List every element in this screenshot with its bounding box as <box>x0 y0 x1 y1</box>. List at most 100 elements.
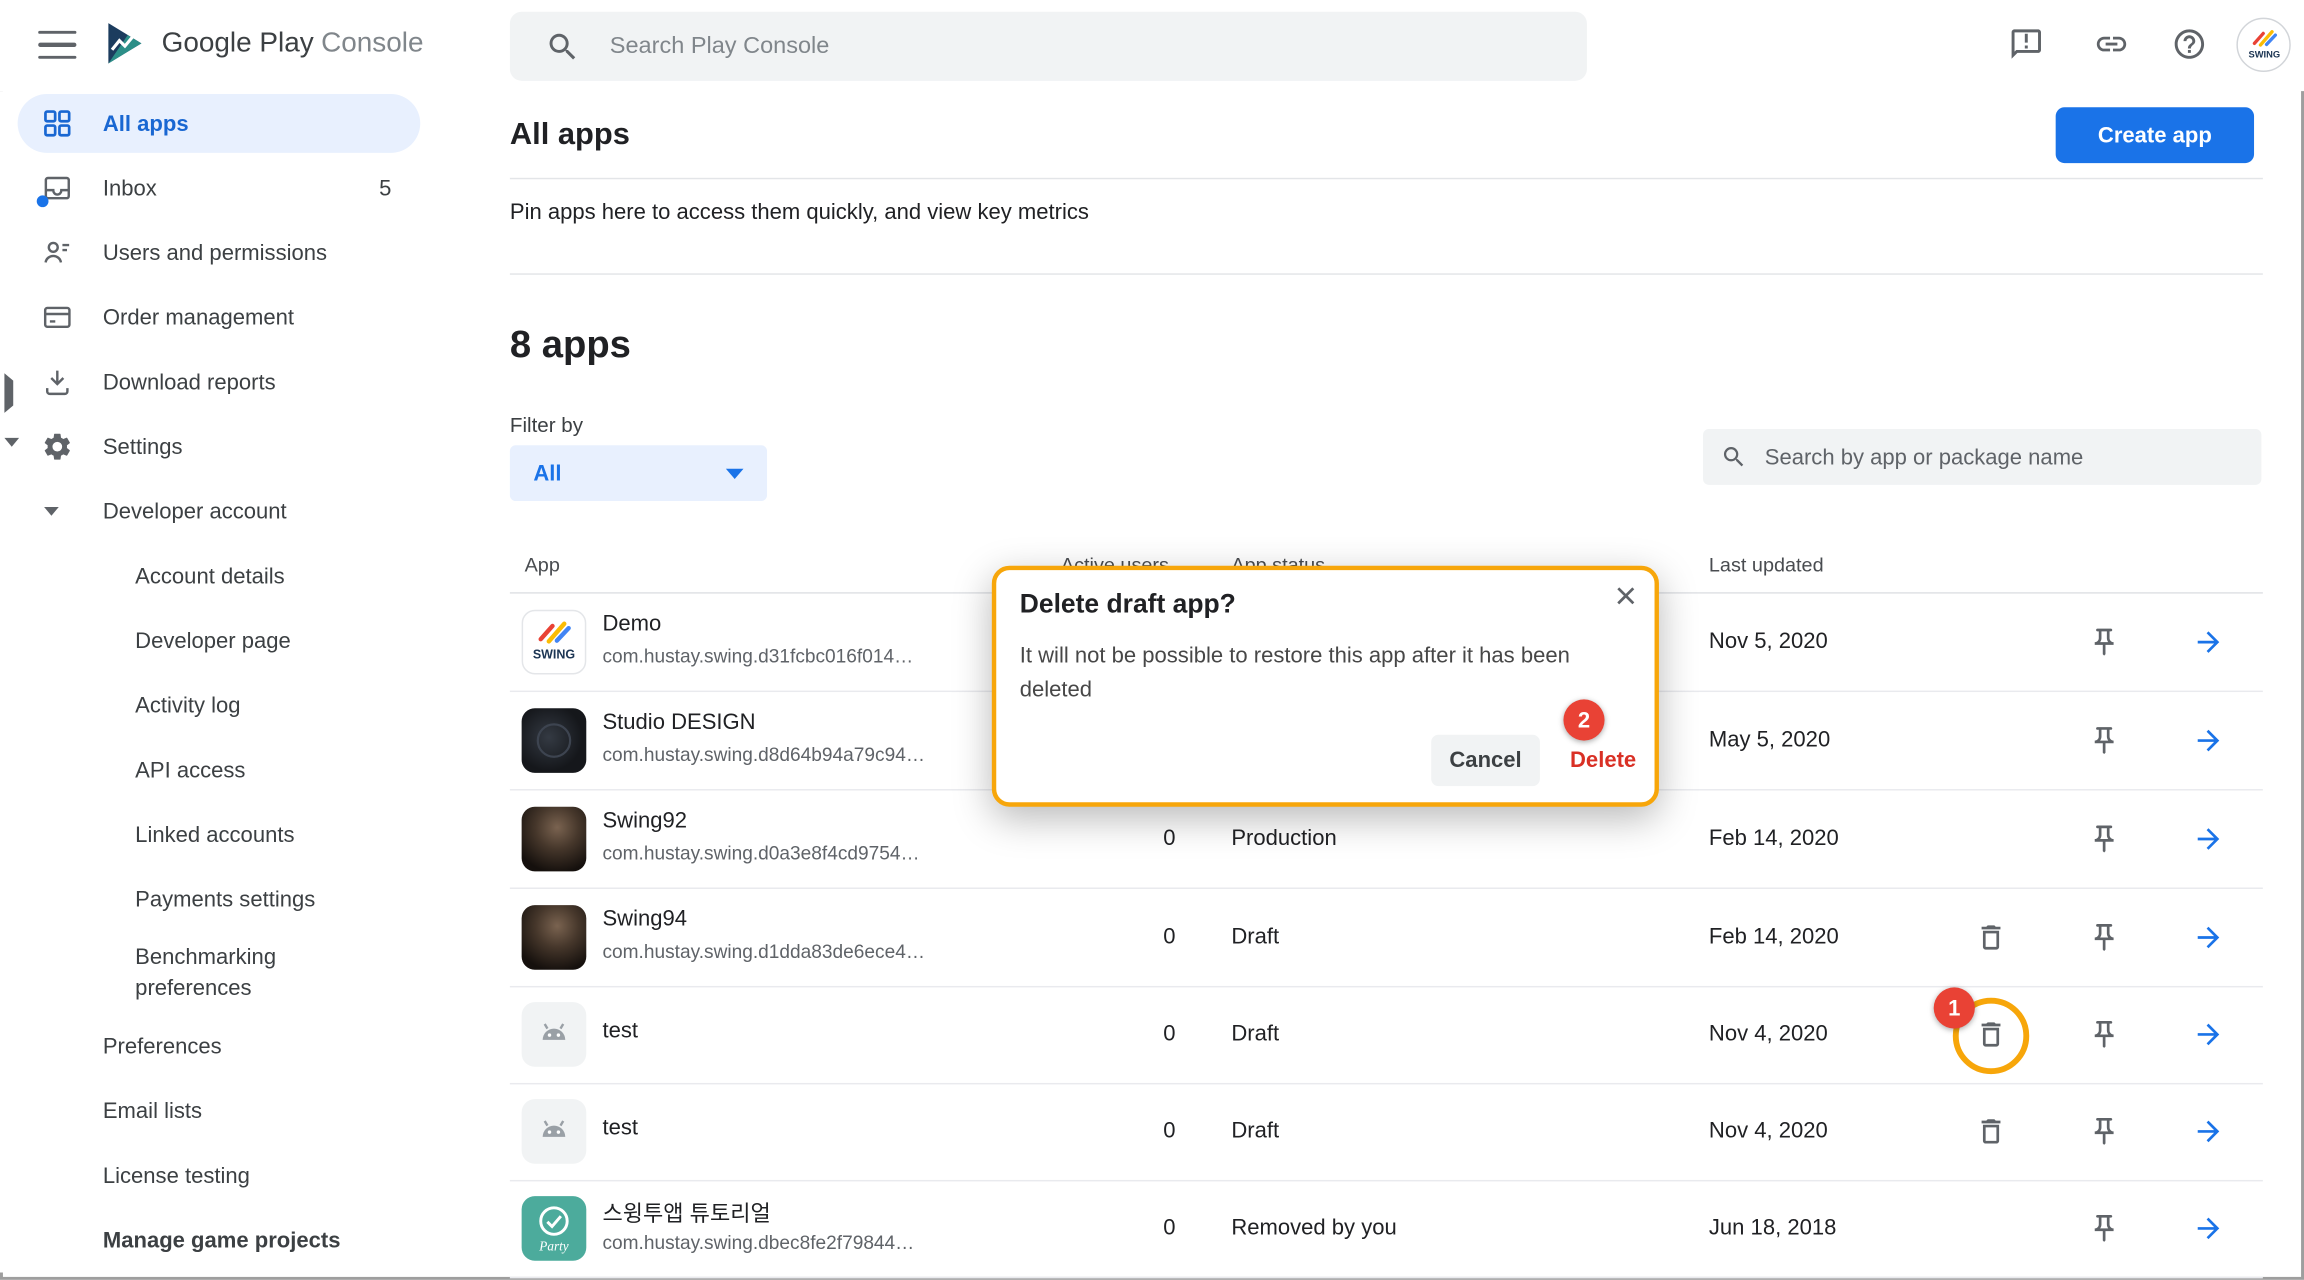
active-users-cell: 0 <box>1061 1021 1176 1046</box>
pin-app-button[interactable] <box>2081 619 2128 666</box>
delete-app-button[interactable] <box>1968 1108 2015 1155</box>
pin-app-button[interactable] <box>2081 914 2128 961</box>
help-button[interactable] <box>2170 26 2208 64</box>
app-name: Demo <box>602 611 661 636</box>
trash-icon <box>1975 921 2007 953</box>
sidebar-item-label: License testing <box>103 1163 250 1188</box>
table-search-input[interactable] <box>1765 444 2244 469</box>
pin-app-button[interactable] <box>2081 1108 2128 1155</box>
sidebar-item-api-access[interactable]: API access <box>0 738 458 803</box>
close-icon[interactable]: × <box>1615 576 1637 614</box>
sidebar-item-license-testing[interactable]: License testing <box>0 1143 458 1208</box>
app-package: com.hustay.swing.d1dda83de6ece4… <box>602 940 924 962</box>
sidebar-item-download-reports[interactable]: Download reports <box>0 350 458 415</box>
sidebar-item-inbox[interactable]: Inbox 5 <box>0 156 458 221</box>
open-app-button[interactable] <box>2185 619 2232 666</box>
table-search[interactable] <box>1703 429 2261 485</box>
pin-app-button[interactable] <box>2081 1011 2128 1058</box>
pin-icon <box>2088 1115 2120 1147</box>
last-updated-cell: May 5, 2020 <box>1709 727 1830 752</box>
sidebar-item-payments-settings[interactable]: Payments settings <box>0 867 458 932</box>
sidebar-item-label: Inbox <box>103 176 157 201</box>
table-row[interactable]: 스윙투앱 튜토리얼 com.hustay.swing.dbec8fe2f7984… <box>510 1180 2263 1278</box>
sidebar-item-label: Benchmarking preferences <box>135 942 370 1004</box>
pin-app-button[interactable] <box>2081 717 2128 764</box>
divider <box>510 178 2263 179</box>
brand-text: Google PlayConsole <box>162 27 424 59</box>
table-row[interactable]: test 0 Draft Nov 4, 2020 <box>510 1083 2263 1181</box>
arrow-right-icon <box>2192 1212 2224 1244</box>
open-app-button[interactable] <box>2185 717 2232 764</box>
app-name: 스윙투앱 튜토리얼 <box>602 1198 770 1229</box>
menu-icon[interactable] <box>38 31 76 60</box>
sidebar-item-linked-accounts[interactable]: Linked accounts <box>0 802 458 867</box>
open-app-button[interactable] <box>2185 914 2232 961</box>
open-app-button[interactable] <box>2185 1205 2232 1252</box>
sidebar-item-preferences[interactable]: Preferences <box>0 1014 458 1079</box>
arrow-right-icon <box>2192 921 2224 953</box>
arrow-right-icon <box>2192 1018 2224 1050</box>
app-name: Swing92 <box>602 808 687 833</box>
trash-icon <box>1975 1115 2007 1147</box>
sidebar-item-label: Manage game projects <box>103 1228 341 1253</box>
sidebar-item-developer-account[interactable]: Developer account <box>0 479 458 544</box>
topbar: Google PlayConsole <box>0 0 2304 91</box>
filter-dropdown[interactable]: All <box>510 445 767 501</box>
sidebar-item-settings[interactable]: Settings <box>0 414 458 479</box>
gear-icon <box>41 431 73 463</box>
swing-logo-icon <box>2242 23 2286 67</box>
divider <box>510 273 2263 274</box>
sidebar-item-all-apps[interactable]: All apps <box>0 91 458 156</box>
last-updated-cell: Jun 18, 2018 <box>1709 1215 1836 1240</box>
cancel-button[interactable]: Cancel <box>1431 735 1540 786</box>
sidebar-item-label: Activity log <box>135 693 240 718</box>
feedback-button[interactable] <box>2007 26 2045 64</box>
sidebar-item-email-lists[interactable]: Email lists <box>0 1079 458 1144</box>
brand[interactable]: Google PlayConsole <box>103 19 424 67</box>
page-title: All apps <box>510 118 630 153</box>
brand-secondary: Console <box>321 27 423 58</box>
collapse-chevron-right-icon[interactable] <box>4 381 13 407</box>
search-icon <box>545 29 580 64</box>
app-icon <box>522 610 587 675</box>
sidebar-item-label: Account details <box>135 564 284 589</box>
app-status-cell: Production <box>1231 826 1336 851</box>
sidebar-item-benchmarking-preferences[interactable]: Benchmarking preferences <box>0 932 458 1014</box>
global-search[interactable] <box>510 12 1587 81</box>
sidebar-item-activity-log[interactable]: Activity log <box>0 673 458 738</box>
global-search-input[interactable] <box>610 33 1564 59</box>
open-app-button[interactable] <box>2185 1011 2232 1058</box>
sidebar-item-users-and-permissions[interactable]: Users and permissions <box>0 220 458 285</box>
open-app-button[interactable] <box>2185 816 2232 863</box>
feedback-icon <box>2009 26 2044 61</box>
sidebar-item-account-details[interactable]: Account details <box>0 544 458 609</box>
pin-icon <box>2088 626 2120 658</box>
delete-button[interactable]: Delete <box>1558 735 1649 786</box>
sidebar-item-label: Order management <box>103 305 294 330</box>
table-row[interactable]: Swing94 com.hustay.swing.d1dda83de6ece4…… <box>510 889 2263 987</box>
open-app-button[interactable] <box>2185 1108 2232 1155</box>
screen: Google PlayConsole All apps Inbox 5 User… <box>0 0 2304 1280</box>
create-app-button[interactable]: Create app <box>2056 107 2254 163</box>
sidebar-item-label: Email lists <box>103 1098 202 1123</box>
sidebar-item-label: Users and permissions <box>103 240 327 265</box>
notification-dot <box>37 195 49 207</box>
sidebar-item-order-management[interactable]: Order management <box>0 285 458 350</box>
sidebar-item-manage-game-projects[interactable]: Manage game projects <box>0 1208 458 1273</box>
avatar[interactable] <box>2236 18 2290 72</box>
sidebar-item-developer-page[interactable]: Developer page <box>0 608 458 673</box>
last-updated-cell: Nov 5, 2020 <box>1709 629 1828 654</box>
app-icon <box>522 1002 587 1067</box>
pin-app-button[interactable] <box>2081 1205 2128 1252</box>
link-button[interactable] <box>2092 26 2130 64</box>
grid-icon <box>41 107 73 139</box>
inbox-icon <box>41 172 73 204</box>
app-package: com.hustay.swing.d8d64b94a79c94… <box>602 744 924 766</box>
annotation-step-2-badge: 2 <box>1563 699 1604 740</box>
users-icon <box>41 237 73 269</box>
app-status-cell: Removed by you <box>1231 1215 1396 1240</box>
app-icon <box>522 905 587 970</box>
pin-app-button[interactable] <box>2081 816 2128 863</box>
collapse-chevron-down-icon[interactable] <box>4 447 19 473</box>
delete-app-button[interactable] <box>1968 914 2015 961</box>
